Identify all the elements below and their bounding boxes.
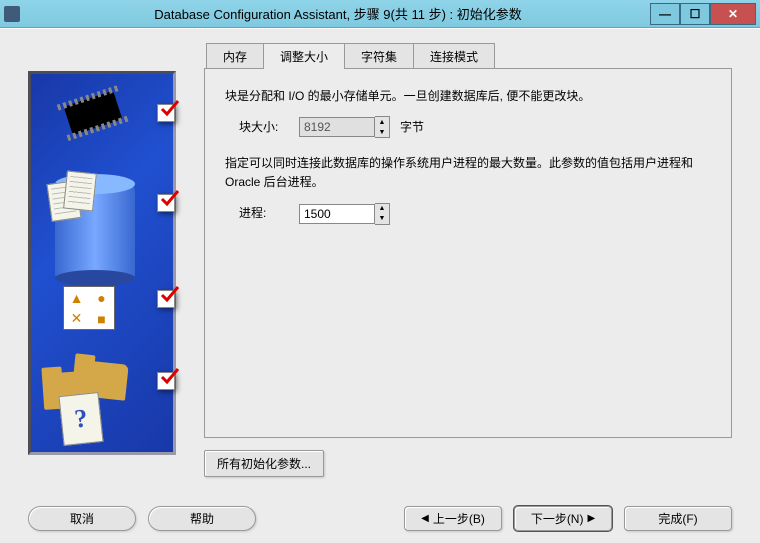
back-button[interactable]: ◀上一步(B) (404, 506, 502, 531)
chip-icon (64, 91, 123, 136)
block-description: 块是分配和 I/O 的最小存储单元。一旦创建数据库后, 便不能更改块。 (225, 87, 711, 106)
block-size-unit: 字节 (400, 118, 424, 137)
cancel-button[interactable]: 取消 (28, 506, 136, 531)
all-init-params-button[interactable]: 所有初始化参数... (204, 450, 324, 477)
process-description: 指定可以同时连接此数据库的操作系统用户进程的最大数量。此参数的值包括用户进程和 … (225, 154, 711, 192)
titlebar: Database Configuration Assistant, 步骤 9(共… (0, 0, 760, 28)
main-panel: 内存 调整大小 字符集 连接模式 块是分配和 I/O 的最小存储单元。一旦创建数… (204, 43, 732, 484)
content-pane: ▲●✕■ ? 内存 调整大小 字符集 连接模式 块是分配和 I/O 的最小存储单… (0, 28, 760, 543)
maximize-button[interactable]: ☐ (680, 3, 710, 25)
process-up[interactable]: ▲ (375, 204, 389, 214)
back-arrow-icon: ◀ (421, 513, 429, 524)
question-doc-icon: ? (58, 392, 103, 446)
tab-memory[interactable]: 内存 (206, 43, 264, 69)
window-controls: — ☐ ✕ (650, 3, 756, 25)
wizard-footer: 取消 帮助 ◀上一步(B) 下一步(N)▶ 完成(F) (28, 506, 732, 531)
window-title: Database Configuration Assistant, 步骤 9(共… (26, 4, 650, 23)
step-check-4 (157, 372, 175, 390)
next-arrow-icon: ▶ (587, 513, 595, 524)
close-button[interactable]: ✕ (710, 3, 756, 25)
step-check-2 (157, 194, 175, 212)
wizard-side-panel: ▲●✕■ ? (28, 71, 176, 455)
next-button[interactable]: 下一步(N)▶ (514, 506, 612, 531)
tab-panel-sizing: 块是分配和 I/O 的最小存储单元。一旦创建数据库后, 便不能更改块。 块大小:… (204, 68, 732, 438)
step-check-3 (157, 290, 175, 308)
app-icon (4, 6, 20, 22)
tab-sizing[interactable]: 调整大小 (263, 43, 345, 69)
block-size-label: 块大小: (239, 118, 289, 137)
minimize-button[interactable]: — (650, 3, 680, 25)
finish-button[interactable]: 完成(F) (624, 506, 732, 531)
process-down[interactable]: ▼ (375, 214, 389, 224)
process-label: 进程: (239, 204, 289, 223)
shapes-icon: ▲●✕■ (63, 286, 115, 330)
help-button[interactable]: 帮助 (148, 506, 256, 531)
process-input[interactable] (299, 204, 375, 224)
tab-charset[interactable]: 字符集 (344, 43, 414, 69)
block-size-down[interactable]: ▼ (375, 127, 389, 137)
step-check-1 (157, 104, 175, 122)
process-spinner: ▲ ▼ (375, 203, 390, 225)
tab-strip: 内存 调整大小 字符集 连接模式 (206, 43, 732, 69)
tab-connmode[interactable]: 连接模式 (413, 43, 495, 69)
block-size-up[interactable]: ▲ (375, 117, 389, 127)
block-size-input (299, 117, 375, 137)
block-size-spinner: ▲ ▼ (375, 116, 390, 138)
